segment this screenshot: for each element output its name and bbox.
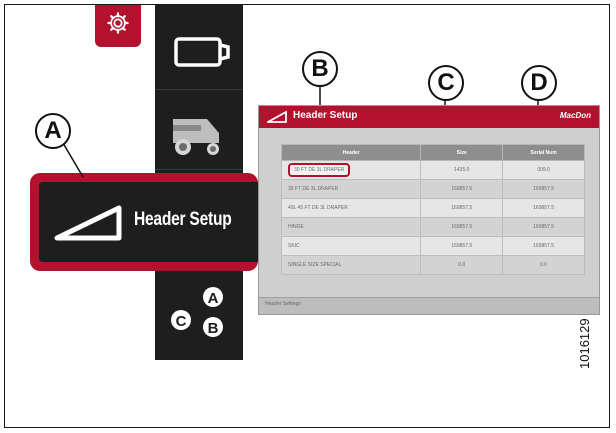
serial-cell: 169857.5 xyxy=(502,179,585,199)
header-icon xyxy=(174,37,230,67)
serial-cell: 009.0 xyxy=(502,160,585,180)
abc-icon: A C B xyxy=(171,287,223,337)
header-name-cell: SINGLE SIZE SPECIAL xyxy=(280,255,422,275)
figure-id: 1016129 xyxy=(577,318,592,369)
column-header-header: Header xyxy=(280,144,422,161)
callout-b: B xyxy=(302,51,338,87)
header-name-cell: SKIC xyxy=(280,236,422,256)
callout-d: D xyxy=(521,65,557,101)
table-row[interactable]: SKIC 169857.5 169857.5 xyxy=(280,236,585,256)
menu-item-abc[interactable]: A C B xyxy=(155,273,243,360)
size-cell: 169857.5 xyxy=(420,236,504,256)
header-setup-icon xyxy=(54,205,122,241)
header-setup-button-face: Header Setup xyxy=(39,182,258,262)
footer-label: Header Settings xyxy=(265,301,301,307)
serial-cell: 0.0 xyxy=(502,255,585,275)
header-name-cell: 40L 45 FT DE 3L DRAPER xyxy=(280,198,422,218)
abc-letter-a: A xyxy=(208,290,219,307)
serial-cell: 169857.5 xyxy=(502,198,585,218)
figure-frame: A C B Header Setup A B C D Header Setup … xyxy=(4,4,610,428)
menu-item-combine[interactable] xyxy=(155,89,243,170)
callout-c: C xyxy=(428,65,464,101)
selected-header-name: 30 FT DE 3L DRAPER xyxy=(288,163,351,177)
table-row[interactable]: HINGE 169857.5 169857.5 xyxy=(280,217,585,237)
serial-cell: 169857.5 xyxy=(502,236,585,256)
serial-cell: 169857.5 xyxy=(502,217,585,237)
header-name-cell[interactable]: 30 FT DE 3L DRAPER xyxy=(280,160,422,180)
header-name-cell: 35 FT DE 3L DRAPER xyxy=(280,179,422,199)
header-setup-screen: Header Setup MacDon Header Size Serial N… xyxy=(258,105,600,315)
screen-title: Header Setup xyxy=(293,110,358,121)
table-row[interactable]: 40L 45 FT DE 3L DRAPER 169857.5 169857.5 xyxy=(280,198,585,218)
screen-title-bar: Header Setup MacDon xyxy=(259,106,599,128)
size-cell: 169857.5 xyxy=(420,179,504,199)
abc-letter-c: C xyxy=(176,313,187,330)
column-header-size: Size xyxy=(420,144,504,161)
combine-icon xyxy=(173,119,219,155)
size-cell: 169857.5 xyxy=(420,217,504,237)
table-row[interactable]: SINGLE SIZE SPECIAL 0.0 0.0 xyxy=(280,255,585,275)
table-row[interactable]: 35 FT DE 3L DRAPER 169857.5 169857.5 xyxy=(280,179,585,199)
size-cell: 1435.0 xyxy=(420,160,504,180)
header-setup-button[interactable]: Header Setup xyxy=(30,173,258,271)
screen-footer: Header Settings xyxy=(259,297,599,314)
menu-item-header-config[interactable] xyxy=(155,5,243,90)
callout-a: A xyxy=(35,113,71,149)
abc-letter-b: B xyxy=(208,320,219,337)
header-setup-label: Header Setup xyxy=(134,209,232,230)
table-row[interactable]: 30 FT DE 3L DRAPER 1435.0 009.0 xyxy=(280,160,585,180)
brand-logo: MacDon xyxy=(559,111,591,120)
gear-icon xyxy=(107,12,129,34)
table-header-row: Header Size Serial Num xyxy=(280,144,585,161)
size-cell: 169857.5 xyxy=(420,198,504,218)
settings-tab[interactable] xyxy=(95,5,141,47)
screen-header-icon xyxy=(267,111,287,123)
header-name-cell: HINGE xyxy=(280,217,422,237)
size-cell: 0.0 xyxy=(420,255,504,275)
header-table: Header Size Serial Num 30 FT DE 3L DRAPE… xyxy=(280,144,585,275)
column-header-serial: Serial Num xyxy=(502,144,585,161)
